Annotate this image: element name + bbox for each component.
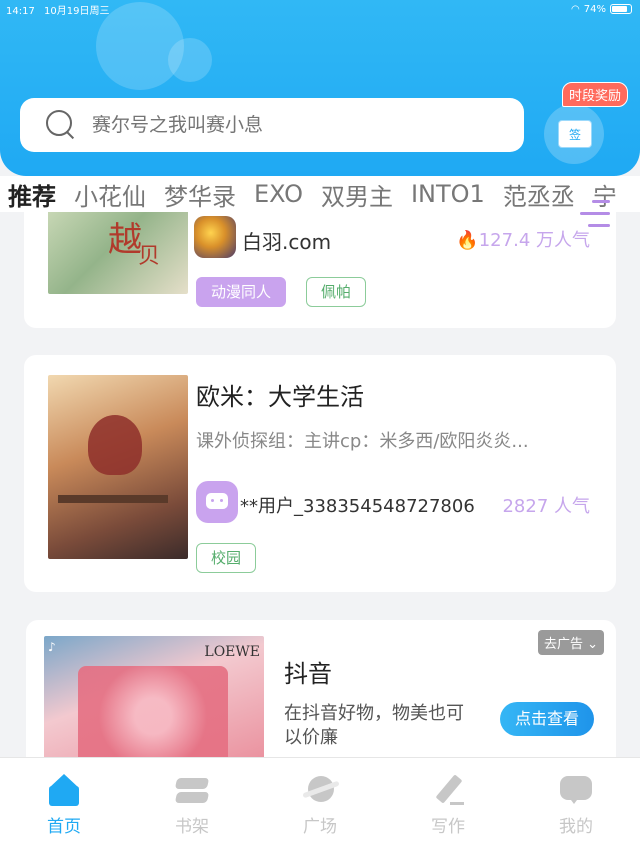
ad-image: LOEWE ♪: [44, 636, 264, 776]
search-icon: [46, 110, 76, 140]
author-avatar: [194, 216, 236, 258]
header: 14:17 10月19日周三 ◠ 74% 时段奖励 签: [0, 0, 640, 176]
bottom-nav: 首页 书架 广场 写作 我的: [0, 757, 640, 853]
status-time: 14:17: [6, 5, 35, 17]
ad-view-button[interactable]: 点击查看: [500, 702, 594, 736]
pen-icon: [430, 774, 466, 806]
planet-icon: [302, 774, 340, 806]
status-date: 10月19日周三: [44, 5, 110, 17]
chat-bubble-icon: [558, 774, 594, 806]
nav-label: 广场: [303, 817, 337, 837]
battery-percent: 74%: [583, 3, 606, 15]
category-tabs: 推荐 小花仙 梦华录 EXO 双男主 INTO1 范丞丞 宁: [0, 176, 640, 212]
tab-fanchengcheng[interactable]: 范丞丞: [503, 177, 575, 212]
nav-label: 我的: [559, 817, 593, 837]
author-name: 白羽.com: [242, 230, 332, 254]
tab-xiaohuaxian[interactable]: 小花仙: [74, 177, 146, 212]
nav-bookshelf[interactable]: 书架: [128, 758, 256, 853]
nav-label: 首页: [47, 817, 81, 837]
reward-badge: 时段奖励: [562, 82, 629, 107]
tag[interactable]: 佩帕: [306, 277, 367, 307]
fire-icon: 🔥: [456, 230, 479, 251]
home-icon: [46, 774, 82, 806]
nav-mine[interactable]: 我的: [512, 758, 640, 853]
tag[interactable]: 校园: [196, 543, 257, 573]
tab-shuangnanzhu[interactable]: 双男主: [321, 177, 393, 212]
remove-ad-button[interactable]: 去广告 ⌄: [537, 630, 604, 655]
popularity: 2827 人气: [502, 496, 590, 517]
story-cover: [48, 375, 188, 559]
nav-square[interactable]: 广场: [256, 758, 384, 853]
author-name: **用户_338354548727806: [240, 496, 475, 517]
story-card[interactable]: 欧米：大学生活 课外侦探组：主讲cp：米多西/欧阳炎炎... **用户_3383…: [24, 355, 616, 592]
sign-in-button[interactable]: 时段奖励 签: [540, 80, 630, 172]
tab-into1[interactable]: INTO1: [411, 180, 485, 208]
story-cover: 越 贝: [48, 208, 188, 294]
story-description: 课外侦探组：主讲cp：米多西/欧阳炎炎...: [196, 431, 529, 452]
category-menu-icon[interactable]: [580, 198, 610, 230]
tab-recommend[interactable]: 推荐: [8, 177, 56, 212]
search-bar[interactable]: [20, 98, 524, 152]
nav-label: 写作: [431, 817, 465, 837]
chat-bubble-icon: [196, 481, 238, 523]
tab-menghualu[interactable]: 梦华录: [164, 177, 236, 212]
search-input[interactable]: [92, 114, 472, 136]
popularity: 🔥127.4 万人气: [456, 230, 590, 251]
gift-box-icon: 签: [558, 120, 592, 148]
status-bar: 14:17 10月19日周三 ◠ 74%: [6, 2, 632, 17]
nav-write[interactable]: 写作: [384, 758, 512, 853]
ad-title: 抖音: [284, 660, 332, 688]
story-title: 欧米：大学生活: [196, 383, 364, 411]
decor-bubble: [168, 38, 212, 82]
tab-exo[interactable]: EXO: [254, 180, 303, 208]
nav-home[interactable]: 首页: [0, 758, 128, 853]
battery-icon: [610, 4, 632, 14]
bookshelf-icon: [174, 774, 210, 806]
tag[interactable]: 动漫同人: [196, 277, 287, 307]
nav-label: 书架: [175, 817, 209, 837]
ad-description: 在抖音好物，物美也可 以价廉: [284, 703, 464, 748]
wifi-icon: ◠: [571, 3, 580, 15]
